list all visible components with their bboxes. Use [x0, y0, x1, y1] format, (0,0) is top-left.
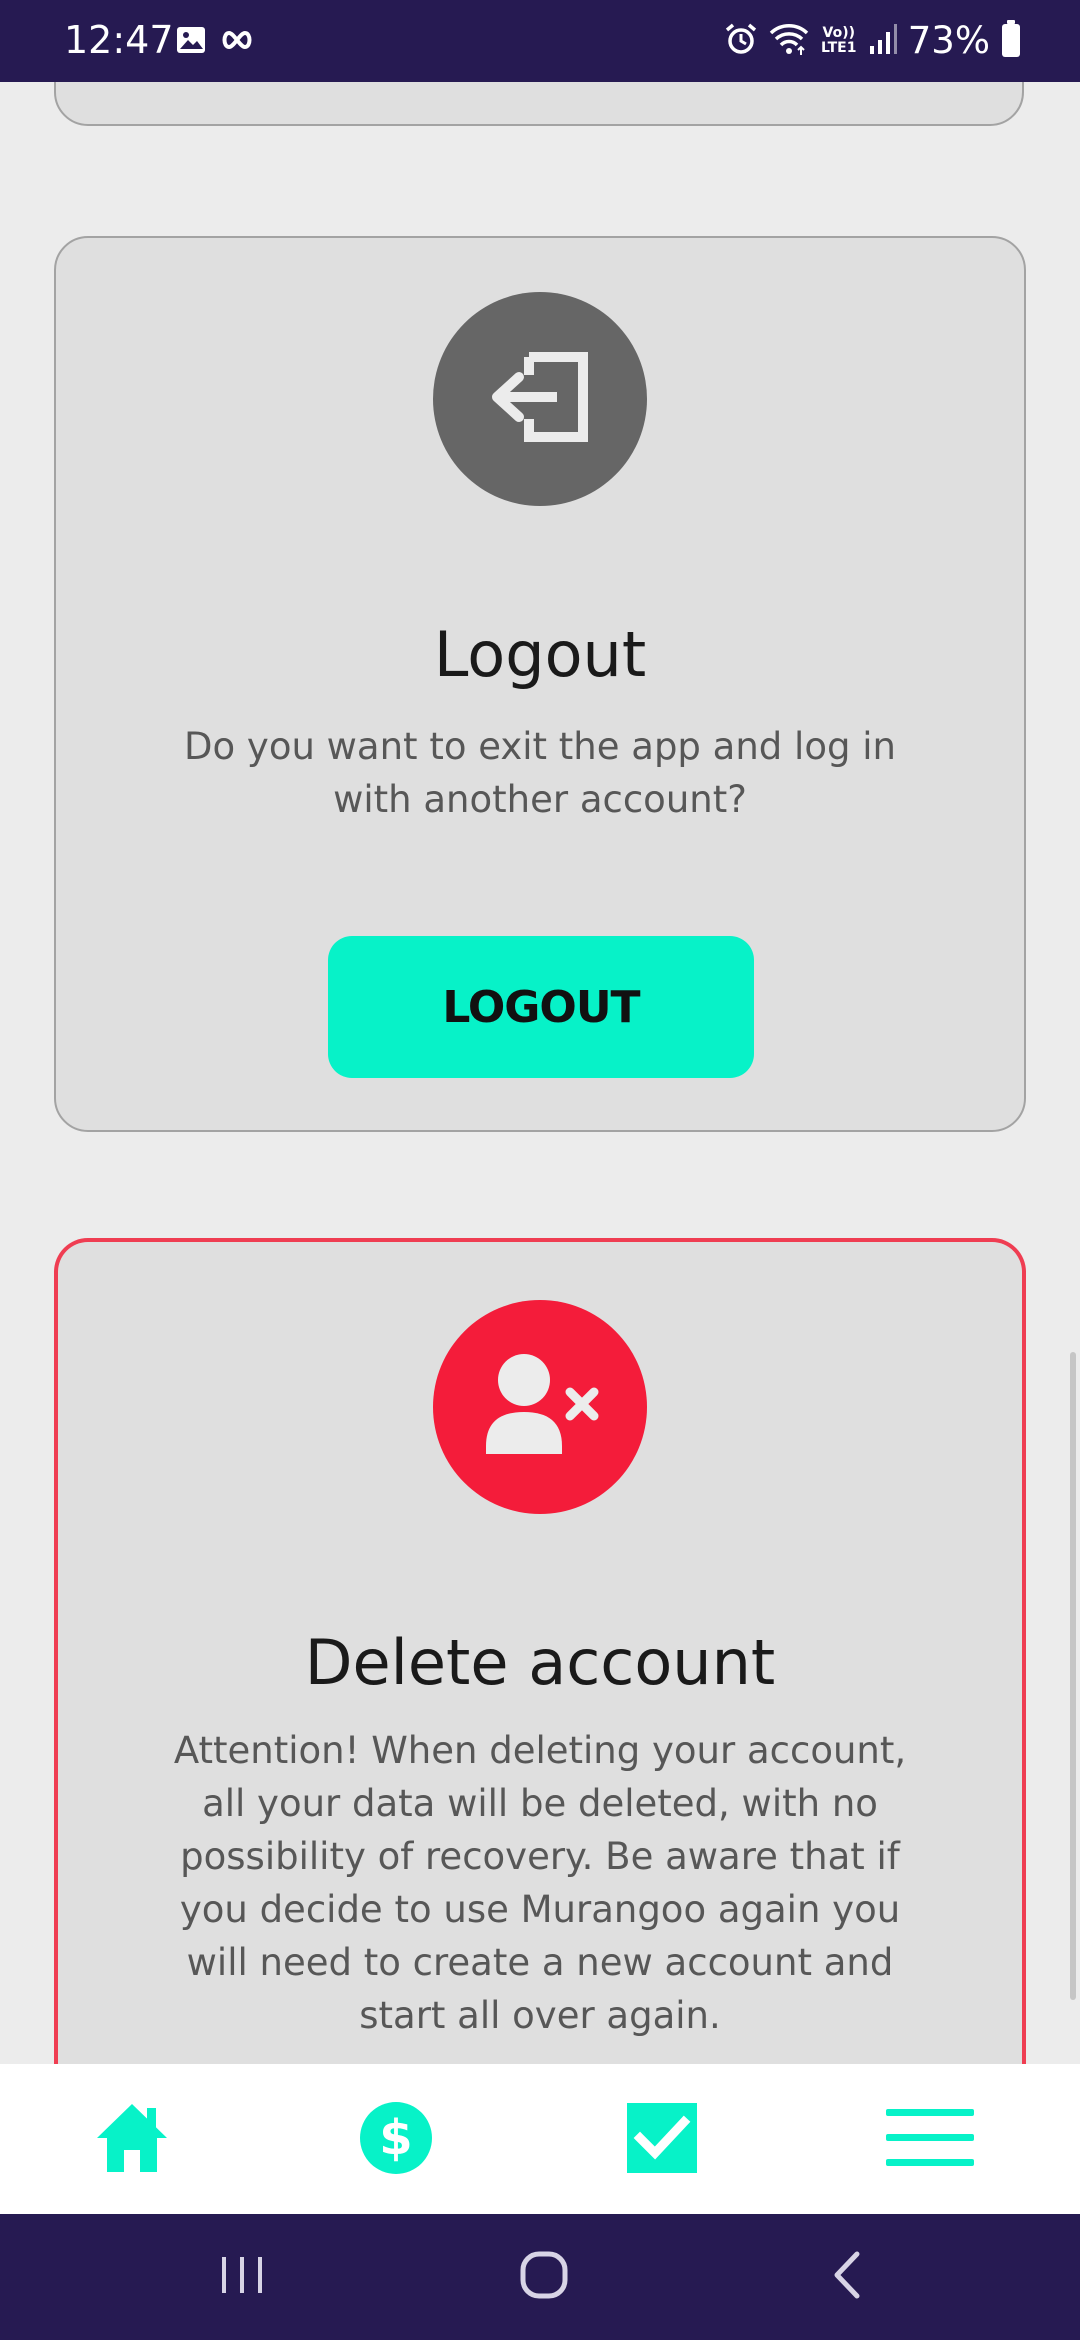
back-icon — [827, 2250, 867, 2304]
recents-icon — [218, 2253, 266, 2301]
svg-text:$: $ — [379, 2110, 412, 2166]
delete-account-description: Attention! When deleting your account, a… — [173, 1729, 907, 2037]
home-icon — [95, 2102, 169, 2178]
volte-indicator: Vo)) LTE1 — [820, 26, 858, 56]
nav-finance-button[interactable]: $ — [356, 2100, 436, 2180]
status-notification-icons — [176, 22, 254, 62]
lte-label: LTE1 — [821, 40, 857, 56]
status-time: 12:47 — [64, 18, 174, 62]
nav-tasks-button[interactable] — [622, 2100, 702, 2180]
alarm-icon — [724, 22, 758, 60]
logout-description: Do you want to exit the app and log in w… — [184, 725, 896, 821]
logout-button[interactable]: LOGOUT — [328, 936, 754, 1078]
recents-button[interactable] — [207, 2244, 277, 2310]
nav-menu-button[interactable] — [886, 2100, 974, 2180]
logout-icon — [485, 347, 595, 451]
image-icon — [176, 25, 206, 59]
nav-home-button[interactable] — [92, 2100, 172, 2180]
system-back-button[interactable] — [812, 2244, 882, 2310]
logout-card: Logout Do you want to exit the app and l… — [54, 236, 1026, 1132]
system-nav-bar — [0, 2214, 1080, 2340]
logout-title: Logout — [433, 618, 647, 691]
delete-account-icon-circle — [433, 1300, 647, 1514]
wifi-icon — [768, 21, 810, 61]
delete-account-title: Delete account — [304, 1626, 776, 1699]
scrollbar[interactable] — [1070, 1352, 1076, 2000]
volte-label: Vo)) — [822, 25, 855, 41]
system-home-button[interactable] — [509, 2244, 579, 2310]
menu-icon — [886, 2107, 974, 2173]
user-remove-icon — [480, 1350, 600, 1464]
infinity-icon — [220, 30, 254, 54]
dollar-icon: $ — [359, 2101, 433, 2179]
status-bar: 12:47 Vo)) LTE1 73% — [0, 0, 1080, 82]
signal-icon — [868, 22, 898, 60]
home-circle-icon — [519, 2250, 569, 2304]
battery-percent: 73% — [907, 19, 990, 62]
status-system-icons: Vo)) LTE1 73% — [724, 14, 1022, 68]
checkbox-icon — [626, 2102, 698, 2178]
battery-icon — [1000, 19, 1022, 63]
delete-account-card[interactable]: Delete account Attention! When deleting … — [54, 1238, 1026, 2158]
logout-icon-circle — [433, 292, 647, 506]
bottom-nav: $ — [0, 2064, 1080, 2214]
